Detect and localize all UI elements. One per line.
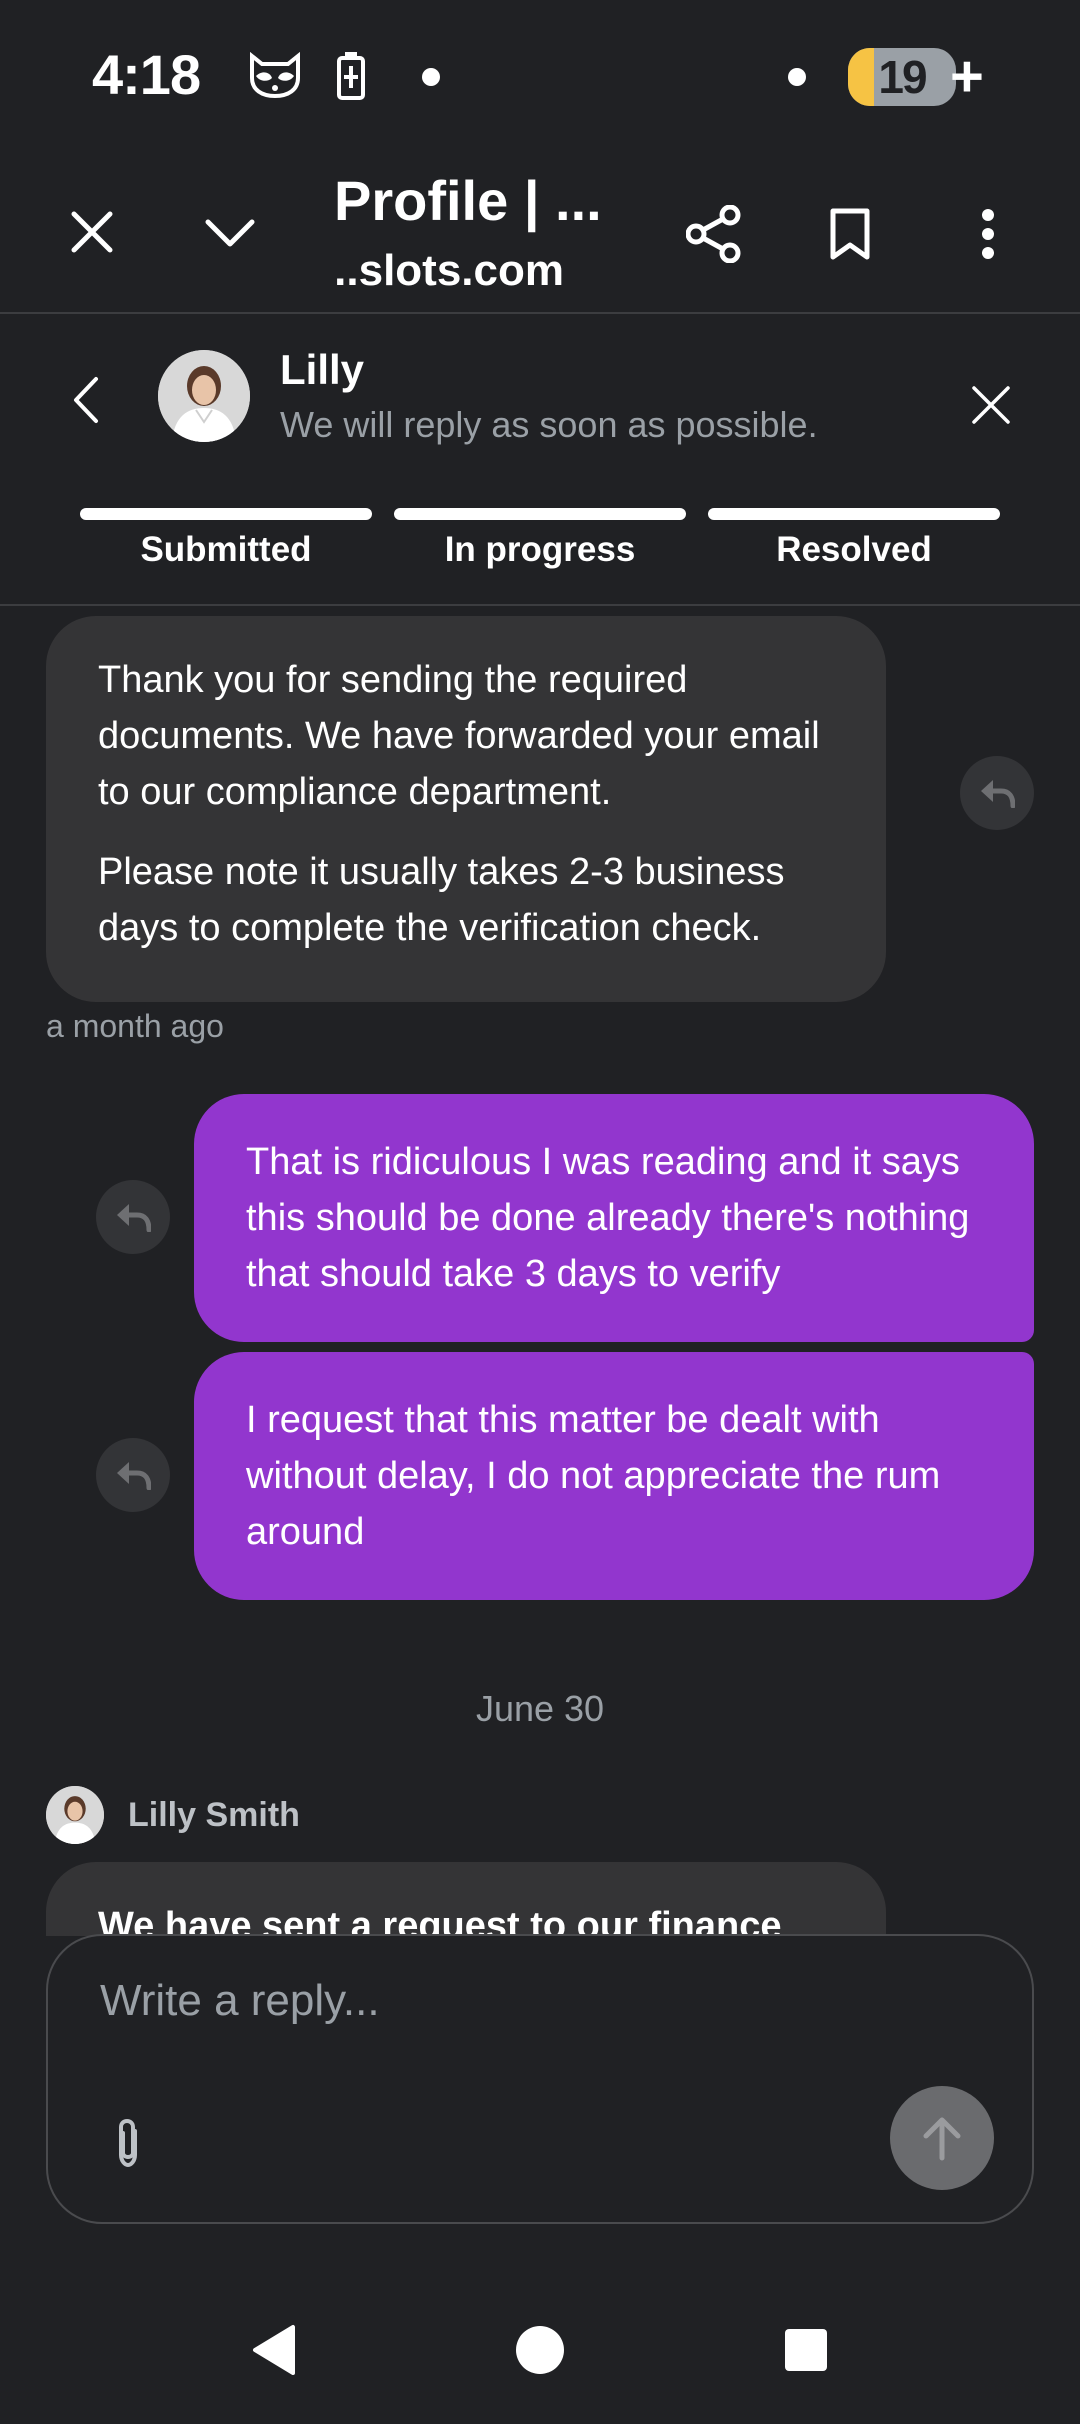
nav-back-icon xyxy=(253,2325,295,2375)
agent-avatar xyxy=(158,350,250,442)
charging-plus-icon: + xyxy=(950,44,984,109)
send-button[interactable] xyxy=(890,2086,994,2190)
reply-icon xyxy=(117,1462,151,1490)
more-options-button[interactable] xyxy=(948,192,1028,276)
progress-step-submitted-label: Submitted xyxy=(140,530,312,569)
reply-composer xyxy=(46,1934,1034,2224)
outgoing-message: That is ridiculous I was reading and it … xyxy=(194,1094,1034,1342)
raccoon-icon xyxy=(248,51,302,103)
paperclip-icon xyxy=(119,2118,137,2168)
progress-step-in-progress-label: In progress xyxy=(444,530,636,569)
reply-button[interactable] xyxy=(96,1180,170,1254)
notification-dot xyxy=(422,68,440,86)
message-timestamp: a month ago xyxy=(46,1008,224,1044)
sender-name: Lilly Smith xyxy=(128,1796,300,1834)
message-text: Please note it usually takes 2-3 busines… xyxy=(98,851,785,949)
progress-step-submitted-bar xyxy=(80,508,372,520)
nav-home-icon xyxy=(516,2326,564,2374)
page-title[interactable]: Profile | ... xyxy=(334,168,624,233)
share-button[interactable] xyxy=(672,192,756,276)
battery-saver-icon xyxy=(336,52,366,105)
battery-level-text: 19 xyxy=(878,51,927,103)
close-icon xyxy=(71,211,113,253)
outgoing-message: I request that this matter be dealt with… xyxy=(194,1352,1034,1600)
message-list[interactable]: Thank you for sending the required docum… xyxy=(0,606,1080,1936)
nav-recents-icon xyxy=(785,2329,827,2371)
reply-icon xyxy=(117,1204,151,1232)
page-url[interactable]: ...slots.com xyxy=(334,246,564,296)
minimize-button[interactable] xyxy=(190,192,270,272)
status-bar: 4:18 19 + xyxy=(0,0,1080,150)
agent-subtitle: We will reply as soon as possible. xyxy=(280,404,818,445)
incoming-message: We have sent a request to our finance xyxy=(46,1862,886,1936)
progress-step-resolved-label: Resolved xyxy=(776,530,932,569)
progress-step-in-progress-bar xyxy=(394,508,686,520)
close-icon xyxy=(972,386,1010,424)
chevron-left-icon xyxy=(74,377,98,423)
nav-recents-button[interactable] xyxy=(766,2310,846,2390)
system-nav-bar xyxy=(0,2270,1080,2424)
chevron-down-icon xyxy=(205,219,255,247)
back-button[interactable] xyxy=(50,360,120,440)
progress-step-resolved-bar xyxy=(708,508,1000,520)
close-chat-button[interactable] xyxy=(954,368,1028,442)
reply-button[interactable] xyxy=(96,1438,170,1512)
notification-dot xyxy=(788,68,806,86)
attach-button[interactable] xyxy=(98,2108,158,2178)
share-icon xyxy=(686,205,741,263)
status-time: 4:18 xyxy=(92,43,201,106)
chat-header: Lilly We will reply as soon as possible.… xyxy=(0,316,1080,606)
reply-button[interactable] xyxy=(960,756,1034,830)
agent-name: Lilly xyxy=(280,346,365,393)
bookmark-icon xyxy=(830,208,870,260)
battery-indicator: 19 xyxy=(848,48,956,106)
close-tab-button[interactable] xyxy=(52,192,132,272)
sender-avatar xyxy=(46,1786,104,1844)
date-separator: June 30 xyxy=(475,1688,605,1729)
arrow-up-icon xyxy=(923,2117,961,2161)
reply-input[interactable] xyxy=(100,1976,960,2026)
browser-toolbar: Profile | ... ...slots.com xyxy=(0,150,1080,314)
message-text: Thank you for sending the required docum… xyxy=(98,659,820,813)
message-text: We have sent a request to our finance xyxy=(98,1905,782,1936)
bookmark-button[interactable] xyxy=(810,192,890,276)
incoming-message: Thank you for sending the required docum… xyxy=(46,616,886,1002)
nav-back-button[interactable] xyxy=(234,2310,314,2390)
more-vert-icon xyxy=(982,209,994,259)
reply-icon xyxy=(981,780,1015,808)
nav-home-button[interactable] xyxy=(500,2310,580,2390)
